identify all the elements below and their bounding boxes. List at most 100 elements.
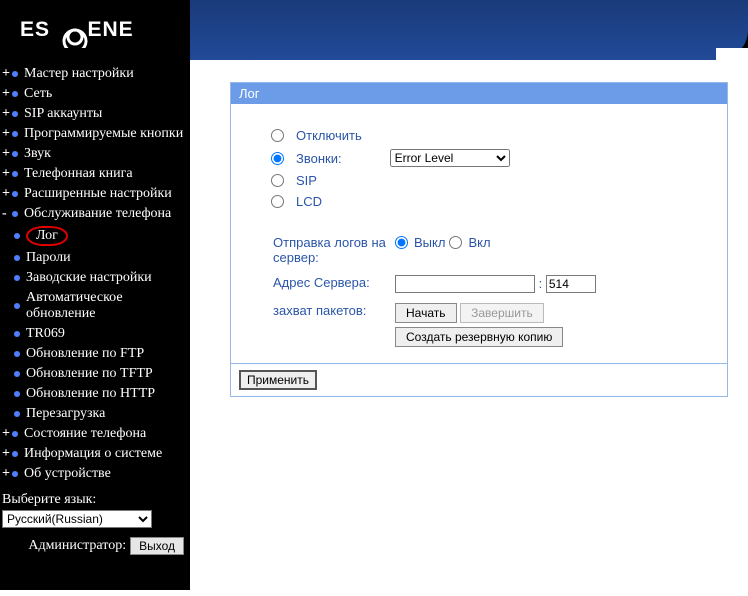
sidebar-item-network[interactable]: + Сеть bbox=[0, 84, 190, 104]
log-mode-disable-label: Отключить bbox=[296, 128, 362, 143]
log-panel: Лог Отключить Звонки: Error Level SIP bbox=[230, 82, 728, 397]
send-logs-off-label: Выкл bbox=[414, 235, 445, 250]
server-port-input[interactable] bbox=[546, 275, 596, 293]
expand-icon: + bbox=[2, 66, 12, 82]
bullet-icon bbox=[12, 91, 18, 97]
send-logs-on-label: Вкл bbox=[468, 235, 490, 250]
bullet-icon bbox=[12, 431, 18, 437]
log-mode-disable-radio[interactable] bbox=[271, 129, 284, 142]
create-backup-button[interactable]: Создать резервную копию bbox=[395, 327, 563, 347]
log-mode-calls-label: Звонки: bbox=[296, 151, 342, 166]
svg-text:ENE: ENE bbox=[88, 18, 134, 41]
sidebar-sub-tftp[interactable]: Обновление по TFTP bbox=[0, 364, 190, 384]
sidebar-item-sound[interactable]: + Звук bbox=[0, 144, 190, 164]
expand-icon: + bbox=[2, 126, 12, 142]
bullet-icon bbox=[12, 211, 18, 217]
log-level-select[interactable]: Error Level bbox=[390, 149, 510, 167]
sidebar-sub-http[interactable]: Обновление по HTTP bbox=[0, 384, 190, 404]
sidebar-item-label: Информация о системе bbox=[24, 446, 162, 462]
bullet-icon bbox=[12, 71, 18, 77]
sidebar-item-label: Об устройстве bbox=[24, 466, 111, 482]
sidebar-item-label: Автоматическое обновление bbox=[26, 290, 186, 322]
sidebar-sub-reboot[interactable]: Перезагрузка bbox=[0, 404, 190, 424]
port-separator: : bbox=[539, 276, 543, 291]
log-mode-sip-radio[interactable] bbox=[271, 174, 284, 187]
bullet-icon bbox=[12, 471, 18, 477]
bullet-icon bbox=[14, 233, 20, 239]
sidebar-item-label: Перезагрузка bbox=[26, 406, 105, 422]
capture-finish-button[interactable]: Завершить bbox=[460, 303, 544, 323]
sidebar: + Мастер настройки + Сеть + SIP аккаунты… bbox=[0, 60, 190, 590]
apply-button[interactable]: Применить bbox=[239, 370, 317, 390]
bullet-icon bbox=[14, 303, 20, 309]
sidebar-item-label: Обновление по FTP bbox=[26, 346, 144, 362]
log-mode-lcd-label: LCD bbox=[296, 194, 322, 209]
sidebar-sub-factory[interactable]: Заводские настройки bbox=[0, 268, 190, 288]
packet-capture-label: захват пакетов: bbox=[273, 299, 393, 351]
logout-button[interactable]: Выход bbox=[130, 537, 184, 555]
sidebar-sub-ftp[interactable]: Обновление по FTP bbox=[0, 344, 190, 364]
sidebar-item-label: Обновление по TFTP bbox=[26, 366, 153, 382]
logo: ES ENE bbox=[0, 0, 190, 60]
log-mode-sip-label: SIP bbox=[296, 173, 317, 188]
bullet-icon bbox=[14, 331, 20, 337]
bullet-icon bbox=[12, 131, 18, 137]
language-label: Выберите язык: bbox=[2, 490, 188, 510]
bullet-icon bbox=[14, 411, 20, 417]
expand-icon: + bbox=[2, 426, 12, 442]
sidebar-sub-passwords[interactable]: Пароли bbox=[0, 248, 190, 268]
server-address-label: Адрес Сервера: bbox=[273, 271, 393, 297]
sidebar-item-label: Обслуживание телефона bbox=[24, 206, 171, 222]
sidebar-item-label: Расширенные настройки bbox=[24, 186, 172, 202]
admin-label: Администратор: bbox=[28, 538, 126, 554]
panel-title: Лог bbox=[231, 83, 727, 104]
expand-icon: + bbox=[2, 86, 12, 102]
sidebar-item-label: Лог bbox=[26, 226, 68, 246]
bullet-icon bbox=[14, 255, 20, 261]
sidebar-sub-tr069[interactable]: TR069 bbox=[0, 324, 190, 344]
sidebar-sub-autoupdate[interactable]: Автоматическое обновление bbox=[0, 288, 190, 324]
bullet-icon bbox=[12, 171, 18, 177]
sidebar-item-label: Звук bbox=[24, 146, 51, 162]
expand-icon: + bbox=[2, 146, 12, 162]
send-logs-off-radio[interactable] bbox=[395, 236, 408, 249]
sidebar-item-about[interactable]: + Об устройстве bbox=[0, 464, 190, 484]
header-bar bbox=[190, 0, 748, 60]
sidebar-item-label: SIP аккаунты bbox=[24, 106, 102, 122]
bullet-icon bbox=[14, 391, 20, 397]
sidebar-item-label: Сеть bbox=[24, 86, 52, 102]
bullet-icon bbox=[14, 351, 20, 357]
sidebar-item-label: Телефонная книга bbox=[24, 166, 133, 182]
send-logs-on-radio[interactable] bbox=[449, 236, 462, 249]
expand-icon: + bbox=[2, 466, 12, 482]
send-logs-label: Отправка логов на сервер: bbox=[273, 231, 393, 269]
bullet-icon bbox=[14, 275, 20, 281]
expand-icon: + bbox=[2, 186, 12, 202]
sidebar-item-label: Пароли bbox=[26, 250, 71, 266]
sidebar-item-system-info[interactable]: + Информация о системе bbox=[0, 444, 190, 464]
sidebar-item-maintenance[interactable]: - Обслуживание телефона bbox=[0, 204, 190, 224]
sidebar-item-programmable-keys[interactable]: + Программируемые кнопки bbox=[0, 124, 190, 144]
sidebar-item-phone-status[interactable]: + Состояние телефона bbox=[0, 424, 190, 444]
bullet-icon bbox=[12, 151, 18, 157]
sidebar-item-advanced[interactable]: + Расширенные настройки bbox=[0, 184, 190, 204]
expand-icon: + bbox=[2, 446, 12, 462]
sidebar-item-label: Мастер настройки bbox=[24, 66, 134, 82]
sidebar-item-label: Обновление по HTTP bbox=[26, 386, 155, 402]
sidebar-sub-log[interactable]: Лог bbox=[0, 224, 190, 248]
expand-icon: + bbox=[2, 106, 12, 122]
sidebar-item-phonebook[interactable]: + Телефонная книга bbox=[0, 164, 190, 184]
sidebar-item-label: Состояние телефона bbox=[24, 426, 146, 442]
capture-start-button[interactable]: Начать bbox=[395, 303, 457, 323]
language-select[interactable]: Русский(Russian) bbox=[2, 510, 152, 528]
collapse-icon: - bbox=[2, 206, 12, 222]
server-address-input[interactable] bbox=[395, 275, 535, 293]
log-mode-calls-radio[interactable] bbox=[271, 152, 284, 165]
sidebar-item-wizard[interactable]: + Мастер настройки bbox=[0, 64, 190, 84]
sidebar-item-label: Заводские настройки bbox=[26, 270, 152, 286]
sidebar-item-sip-accounts[interactable]: + SIP аккаунты bbox=[0, 104, 190, 124]
svg-text:ES: ES bbox=[20, 18, 50, 41]
sidebar-item-label: Программируемые кнопки bbox=[24, 126, 183, 142]
expand-icon: + bbox=[2, 166, 12, 182]
log-mode-lcd-radio[interactable] bbox=[271, 195, 284, 208]
